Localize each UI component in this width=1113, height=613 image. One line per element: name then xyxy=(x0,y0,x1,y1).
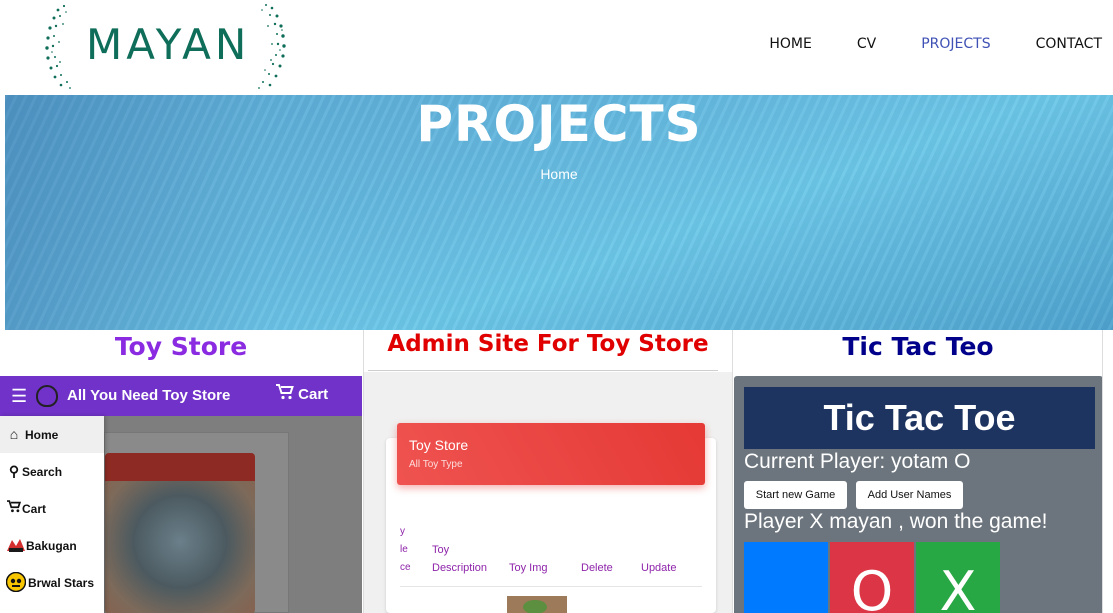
table-header-delete: Delete xyxy=(581,562,613,574)
site-logo[interactable]: MAYAN xyxy=(44,2,288,90)
project-title: Tic Tac Teo xyxy=(842,332,994,361)
portfolio-page: MAYAN HOME CV PROJECTS CONTACT PROJECTS … xyxy=(0,0,1113,613)
admin-card-header: Toy Store All Toy Type xyxy=(397,423,705,485)
game-result-text: Player X mayan , won the game! xyxy=(744,510,1048,533)
brawl-stars-icon xyxy=(5,571,27,595)
project-card-tic-tac-toe[interactable]: Tic Tac Teo Tic Tac Toe Current Player: … xyxy=(734,330,1103,613)
table-header-toy-img: Toy Img xyxy=(509,562,548,574)
cart-label: Cart xyxy=(298,386,329,403)
start-new-game-button: Start new Game xyxy=(744,481,847,509)
table-header-line: Description xyxy=(432,562,488,574)
current-player-text: Current Player: yotam O xyxy=(744,450,971,473)
board-cell: O xyxy=(830,542,914,613)
project-title: Toy Store xyxy=(114,332,248,361)
table-header-line: Toy xyxy=(432,544,450,556)
nav-home[interactable]: HOME xyxy=(769,36,811,52)
cart-icon xyxy=(276,384,294,400)
toy-thumbnail xyxy=(507,596,567,613)
drawer-label: Brwal Stars xyxy=(28,576,95,590)
project-card-admin-site[interactable]: Admin Site For Toy Store Toy Store All T… xyxy=(363,330,733,613)
drawer-label: Cart xyxy=(22,502,47,516)
drawer-label: Bakugan xyxy=(26,539,77,553)
nav-projects[interactable]: PROJECTS xyxy=(921,36,990,52)
bear-logo-icon xyxy=(36,385,58,407)
drawer-item-bakugan: Bakugan xyxy=(0,527,104,564)
toy-store-app-bar: ☰ All You Need Toy Store Cart xyxy=(0,376,362,416)
project-card-toy-store[interactable]: Toy Store ☰ All You Need Toy Store Cart … xyxy=(0,330,362,613)
admin-card-title: Toy Store xyxy=(409,437,469,453)
page-title: PROJECTS xyxy=(416,95,702,153)
site-header: MAYAN HOME CV PROJECTS CONTACT xyxy=(0,0,1113,95)
table-divider xyxy=(400,586,702,587)
cart-icon xyxy=(6,500,22,516)
table-header-cut: y le ce xyxy=(400,523,411,577)
home-icon: ⌂ xyxy=(9,426,19,442)
drawer-label: Search xyxy=(22,465,63,479)
toy-store-drawer: ⌂ Home ⚲ Search Cart Bakugan Brwal Stars xyxy=(0,416,104,613)
table-header-toy-description: Toy Description xyxy=(432,541,487,577)
nav-contact[interactable]: CONTACT xyxy=(1036,36,1102,52)
table-header-update: Update xyxy=(641,562,677,574)
main-nav: HOME CV PROJECTS CONTACT xyxy=(724,36,1102,52)
drawer-item-home: ⌂ Home xyxy=(0,416,104,453)
box-stripe xyxy=(105,453,255,481)
admin-top-divider xyxy=(368,370,718,371)
tic-tac-toe-header: Tic Tac Toe xyxy=(744,387,1095,449)
search-icon: ⚲ xyxy=(8,463,20,479)
bakugan-icon xyxy=(6,537,25,558)
drawer-item-brawl-stars: Brwal Stars xyxy=(0,564,104,601)
product-image xyxy=(104,432,289,613)
cart-link: Cart xyxy=(276,384,328,403)
logo-text: MAYAN xyxy=(86,20,251,69)
add-user-names-button: Add User Names xyxy=(856,481,963,509)
project-title: Admin Site For Toy Store xyxy=(387,331,709,357)
menu-icon: ☰ xyxy=(11,386,28,406)
drawer-item-search: ⚲ Search xyxy=(0,453,104,490)
drawer-item-cart: Cart xyxy=(0,490,104,527)
hero-banner: PROJECTS Home xyxy=(5,95,1113,330)
table-header-line: ce xyxy=(400,562,411,573)
breadcrumb-home[interactable]: Home xyxy=(5,166,1113,182)
board-cell: X xyxy=(916,542,1000,613)
admin-card-subtitle: All Toy Type xyxy=(409,459,463,470)
table-header-line: le xyxy=(400,544,408,555)
nav-cv[interactable]: CV xyxy=(857,36,876,52)
table-header-line: y xyxy=(400,526,405,537)
drawer-label: Home xyxy=(25,428,59,442)
board-cell xyxy=(744,542,828,613)
bakugan-box-image xyxy=(105,453,255,613)
toy-store-app-title: All You Need Toy Store xyxy=(67,387,231,404)
